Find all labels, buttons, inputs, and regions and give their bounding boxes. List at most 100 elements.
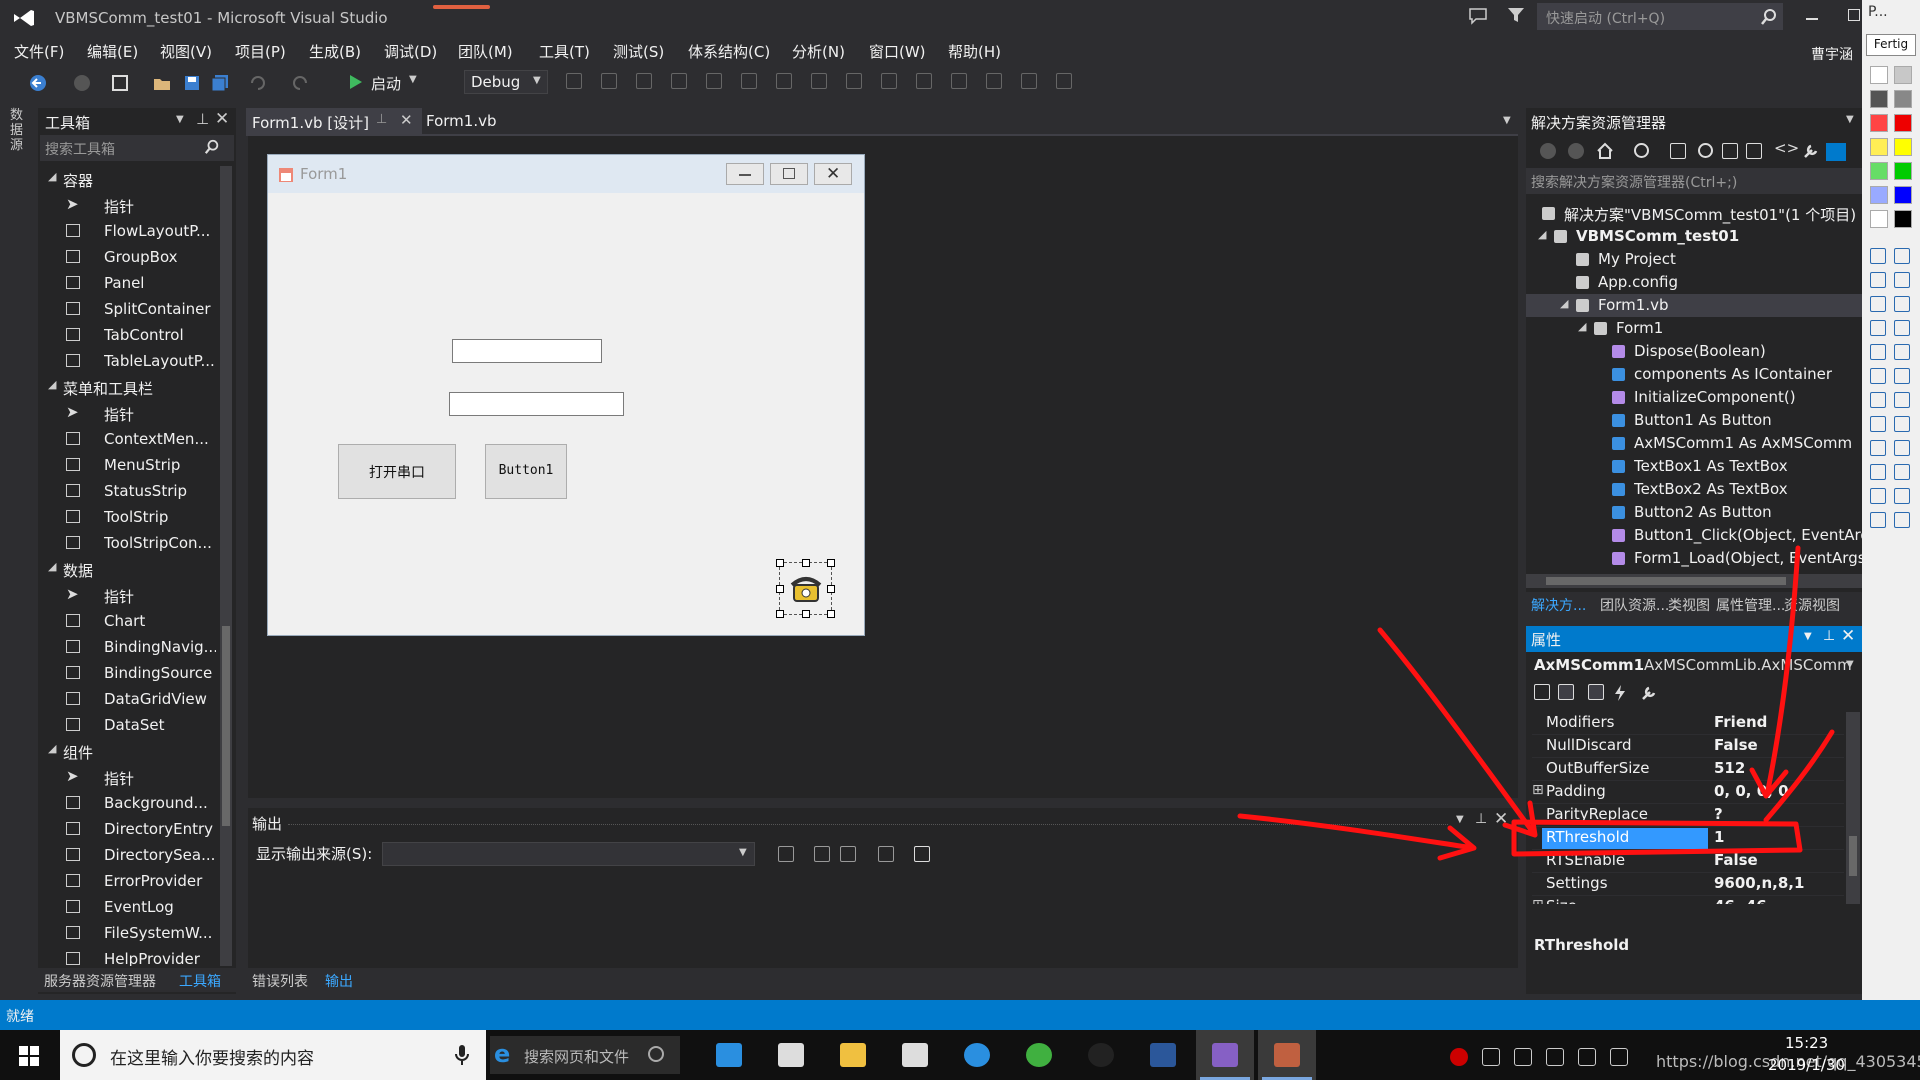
toolbox-item[interactable]: DirectoryEntry [38,816,218,842]
solution-hscrollbar[interactable] [1526,574,1862,588]
menu-item[interactable]: 体系结构(C) [688,41,770,62]
history-icon[interactable] [1634,143,1649,158]
home-icon[interactable] [1596,142,1614,160]
form-close-button[interactable]: ✕ [814,163,852,185]
next-message-icon[interactable] [840,846,856,862]
toolbox-item[interactable]: ToolStripCon... [38,530,218,556]
solution-bottom-tab[interactable]: 团队资源... [1600,595,1669,615]
pin-icon[interactable]: ⊥ [1475,811,1487,827]
make-same-height-icon[interactable] [846,73,862,89]
toolbox-item[interactable]: DataGridView [38,686,218,712]
resize-handle[interactable] [827,610,835,618]
panel-menu-icon[interactable]: ▼ [1456,814,1464,825]
alphabetical-icon[interactable] [1558,684,1574,700]
back-icon[interactable] [28,73,48,93]
solution-tree-item[interactable]: My Project [1526,248,1862,271]
color-swatch[interactable] [1894,138,1912,156]
toolbox-item[interactable]: Panel [38,270,218,296]
form-maximize-button[interactable] [770,163,808,185]
panel-menu-icon[interactable]: ▼ [1846,114,1854,125]
menu-item[interactable]: 分析(N) [792,41,845,62]
toolbox-group[interactable]: ◢ 菜单和工具栏 [38,374,218,400]
notification-icon[interactable] [1610,1048,1628,1066]
object-selector[interactable]: AxMSComm1 AxMSCommLib.AxMSComm ▼ [1526,654,1862,678]
copy-tool-icon[interactable] [1894,464,1910,480]
solution-tree-item[interactable]: TextBox2 As TextBox [1526,478,1862,501]
info-tool-icon[interactable] [1894,512,1910,528]
cross-tool-icon[interactable] [1894,368,1910,384]
search-icon[interactable] [204,139,220,155]
save-tool-icon[interactable] [1894,488,1910,504]
solution-tree-item[interactable]: Button1_Click(Object, EventArgs) [1526,524,1862,547]
toolbox-search-box[interactable]: 搜索工具箱 [40,135,234,161]
property-value[interactable]: 1 [1714,828,1842,846]
align-rights-icon[interactable] [671,73,687,89]
vertical-spacing-icon[interactable] [986,73,1002,89]
toolbox-item[interactable]: TableLayoutP... [38,348,218,374]
visual-studio-icon[interactable] [1196,1030,1254,1080]
new-project-icon[interactable] [110,73,130,93]
curve-tool-icon[interactable] [1870,248,1886,264]
property-value[interactable]: 0, 0, 0, 0 [1714,782,1842,800]
expander-icon[interactable]: ◢ [48,378,56,391]
collapse-all-icon[interactable] [1722,143,1738,159]
menu-item[interactable]: 团队(M) [458,41,513,62]
properties-wrench-icon[interactable] [1802,142,1820,160]
screen-tool-icon[interactable] [1870,512,1886,528]
store-icon[interactable] [762,1030,820,1080]
menu-item[interactable]: 编辑(E) [87,41,138,62]
word-wrap-icon[interactable] [914,846,930,862]
property-pages-icon[interactable] [1640,684,1658,702]
property-value[interactable]: False [1714,736,1842,754]
sync-icon[interactable] [1670,143,1686,159]
color-swatch[interactable] [1894,162,1912,180]
panel-menu-icon[interactable]: ▼ [1804,631,1812,642]
solution-bottom-tab[interactable]: 属性管理... [1716,595,1785,615]
open-file-icon[interactable] [152,73,172,93]
solution-tree-item[interactable]: components As IContainer [1526,363,1862,386]
align-centers-icon[interactable] [636,73,652,89]
mscomm-control[interactable] [776,559,835,618]
view-code-icon[interactable]: <> [1774,139,1799,157]
clock-app-icon[interactable] [948,1030,1006,1080]
menu-item[interactable]: 调试(D) [384,41,437,62]
pin-icon[interactable]: ⊥ [376,112,387,127]
toolbox-item[interactable]: ➤ 指针 [38,192,218,218]
categorized-icon[interactable] [1534,684,1550,700]
solution-tree-item[interactable]: App.config [1526,271,1862,294]
restore-window-button[interactable] [1848,9,1860,21]
start-debug-button[interactable]: 启动 [371,73,401,94]
minimize-window-button[interactable] [1806,18,1818,20]
server-explorer-tab[interactable]: 服务器资源管理器 [44,971,156,991]
toolbox-item[interactable]: ContextMen... [38,426,218,452]
toolbox-item[interactable]: TabControl [38,322,218,348]
toolbox-group[interactable]: ◢ 组件 [38,738,218,764]
qq-icon[interactable] [1072,1030,1130,1080]
solution-tree-item[interactable]: ◢ Form1.vb [1526,294,1862,317]
doc-tab[interactable]: Form1.vb [422,108,502,134]
data-sources-tab[interactable]: 数据源 [10,108,26,153]
arrow-tool-icon[interactable] [1894,272,1910,288]
property-value[interactable]: Friend [1714,713,1842,731]
close-panel-icon[interactable]: ✕ [1841,626,1855,646]
color-swatch[interactable] [1870,162,1888,180]
send-to-back-icon[interactable] [1056,73,1072,89]
refresh-icon[interactable] [1698,143,1713,158]
textbox2[interactable] [449,392,624,416]
toolbox-tab[interactable]: 工具箱 [179,971,221,991]
quick-launch-box[interactable]: 快速启动 (Ctrl+Q) [1537,3,1783,30]
solution-bottom-tab[interactable]: 资源视图 [1784,595,1840,615]
zoom-tool-icon[interactable] [1894,392,1910,408]
property-value[interactable]: 512 [1714,759,1842,777]
toolbox-item[interactable]: Chart [38,608,218,634]
solution-tree-item[interactable]: ◢ VBMSComm_test01 [1526,225,1862,248]
make-same-size-icon[interactable] [881,73,897,89]
toolbox-item[interactable]: DirectorySea... [38,842,218,868]
solution-bottom-tab[interactable]: 类视图 [1668,595,1710,615]
color-swatch[interactable] [1894,210,1912,228]
expander-icon[interactable]: ◢ [1560,297,1568,310]
minus-tool-icon[interactable] [1894,416,1910,432]
textbox1[interactable] [452,339,602,363]
color-swatch[interactable] [1894,114,1912,132]
new-tool-icon[interactable] [1870,464,1886,480]
